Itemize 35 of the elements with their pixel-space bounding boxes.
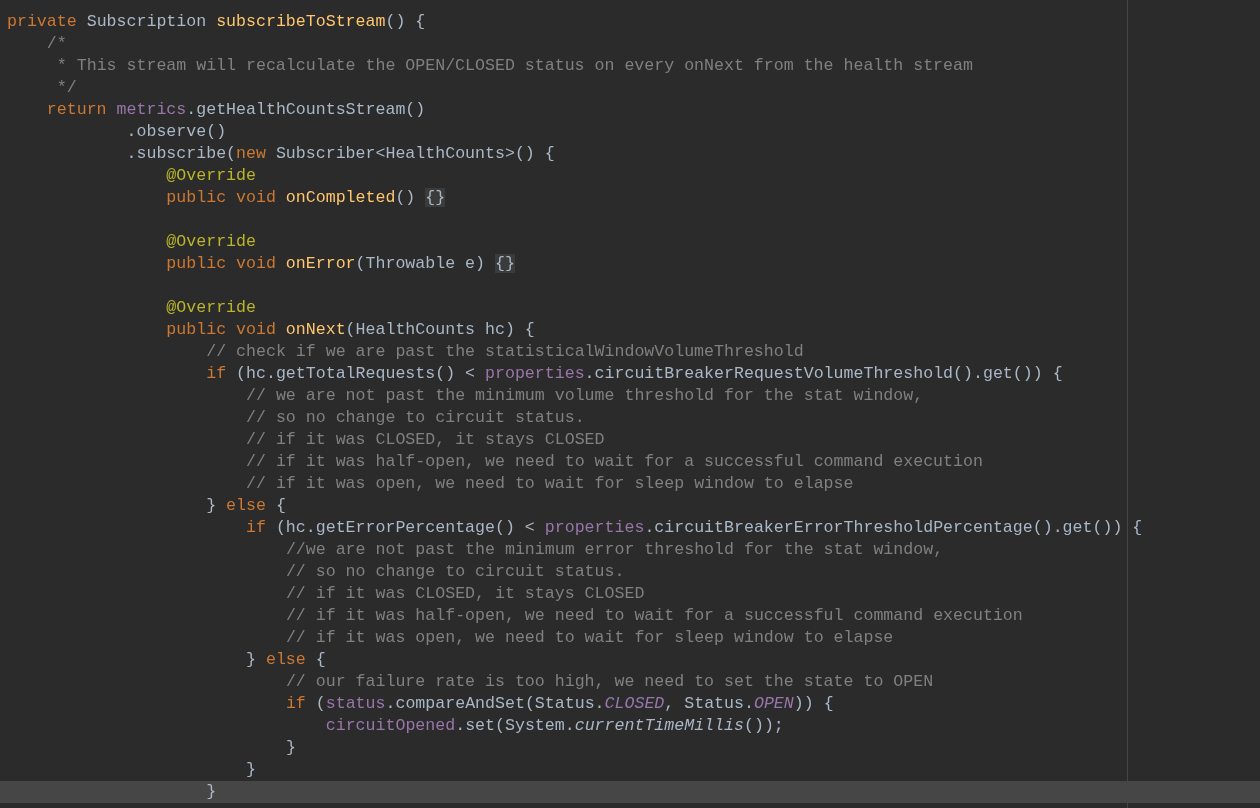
code-line: if (status.compareAndSet(Status.CLOSED, Status.OPEN)) { [285, 693, 834, 715]
code-line: // if it was half-open, we need to wait for a successful command execution [246, 451, 983, 473]
code-line: // so no change to circuit status. [285, 561, 625, 583]
code-line: public void onError(Throwable e) {} [166, 253, 515, 275]
code-line: } [285, 737, 296, 759]
code-line: // check if we are past the statisticalWindowVolumeThreshold [206, 341, 804, 363]
code-line: public void onCompleted() {} [166, 187, 446, 209]
code-line: } [206, 781, 217, 803]
code-line: /* [46, 33, 67, 55]
code-line: @Override [166, 231, 256, 253]
code-line: //we are not past the minimum error threshold for the stat window, [285, 539, 944, 561]
code-line: // our failure rate is too high, we need to set the state to OPEN [285, 671, 934, 693]
code-line: @Override [166, 165, 256, 187]
code-line: if (hc.getTotalRequests() < properties.circuitBreakerRequestVolumeThreshold().get()) { [206, 363, 1063, 385]
code-line: // we are not past the minimum volume threshold for the stat window, [246, 385, 924, 407]
code-line: } else { [246, 649, 326, 671]
code-line: // so no change to circuit status. [246, 407, 585, 429]
code-line: // if it was CLOSED, it stays CLOSED [246, 429, 605, 451]
code-editor[interactable] [0, 0, 1260, 808]
code-line: * This stream will recalculate the OPEN/CLOSED status on every onNext from the health stream [56, 55, 973, 77]
code-line: // if it was open, we need to wait for sleep window to elapse [246, 473, 854, 495]
code-line: } [246, 759, 256, 781]
code-line: // if it was half-open, we need to wait for a successful command execution [285, 605, 1023, 627]
code-line: return metrics.getHealthCountsStream() [46, 99, 426, 121]
code-line: .subscribe(new Subscriber<HealthCounts>() { [126, 143, 555, 165]
code-line: } else { [206, 495, 286, 517]
code-line: */ [56, 77, 77, 99]
code-line: circuitOpened.set(System.currentTimeMillis()); [325, 715, 784, 737]
code-line: .observe() [126, 121, 227, 143]
code-line: // if it was CLOSED, it stays CLOSED [285, 583, 645, 605]
code-line: public void onNext(HealthCounts hc) { [166, 319, 535, 341]
code-line: @Override [166, 297, 256, 319]
code-line: // if it was open, we need to wait for sleep window to elapse [285, 627, 894, 649]
code-line: if (hc.getErrorPercentage() < properties.circuitBreakerErrorThresholdPercentage().get()) { [246, 517, 1143, 539]
code-line: private Subscription subscribeToStream() { [7, 11, 426, 33]
